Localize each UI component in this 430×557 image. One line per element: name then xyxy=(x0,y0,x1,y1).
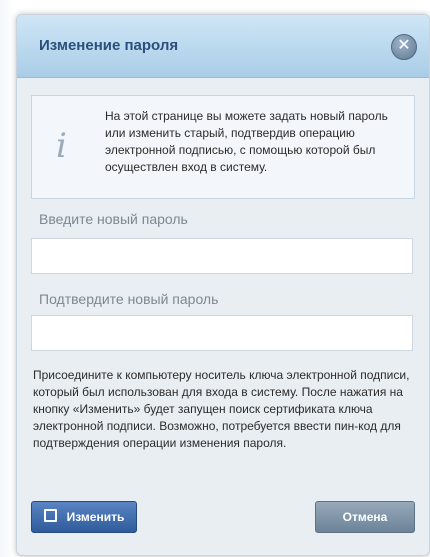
cancel-button-label: Отмена xyxy=(342,510,388,524)
dialog-title: Изменение пароля xyxy=(39,37,179,54)
instructions-text: Присоедините к компьютеру носитель ключа… xyxy=(33,368,410,450)
confirm-password-label: Подтвердите новый пароль xyxy=(39,291,219,307)
change-password-dialog: Изменение пароля ✕ i На этой странице вы… xyxy=(16,14,430,556)
info-box: i На этой странице вы можете задать новы… xyxy=(31,95,415,199)
save-icon xyxy=(43,509,57,522)
confirm-password-field[interactable] xyxy=(31,315,413,351)
cancel-button[interactable]: Отмена xyxy=(315,501,415,533)
background-edge xyxy=(0,0,14,557)
new-password-field[interactable] xyxy=(31,238,413,274)
close-icon[interactable]: ✕ xyxy=(391,34,417,60)
info-text: На этой странице вы можете задать новый … xyxy=(105,109,388,174)
new-password-label: Введите новый пароль xyxy=(39,211,188,227)
change-button-label: Изменить xyxy=(66,510,125,524)
dialog-titlebar: Изменение пароля ✕ xyxy=(17,15,429,78)
page: Изменение пароля ✕ i На этой странице вы… xyxy=(0,0,430,557)
info-icon: i xyxy=(56,126,67,166)
change-button[interactable]: Изменить xyxy=(31,501,137,533)
